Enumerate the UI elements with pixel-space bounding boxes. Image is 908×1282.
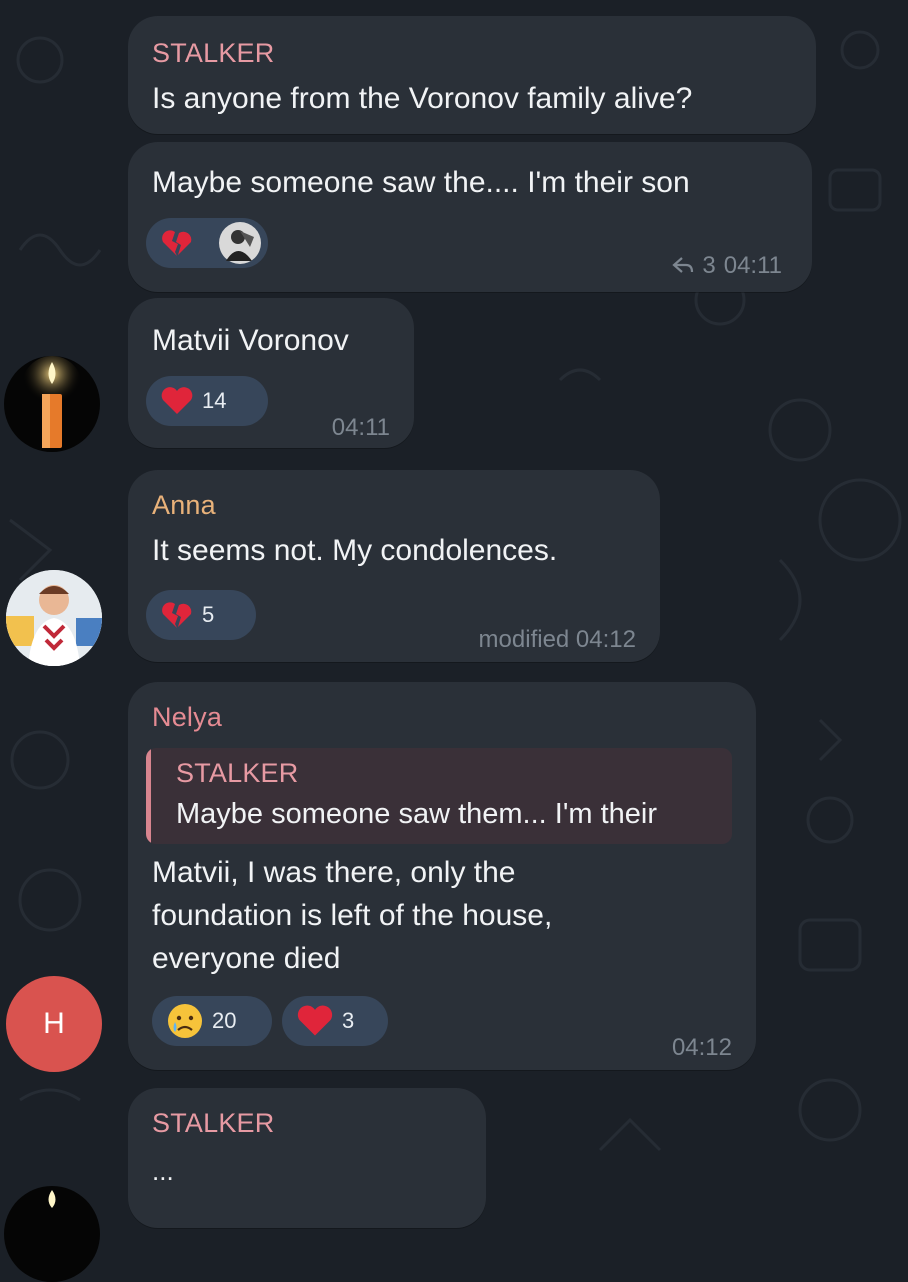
sender-name[interactable]: Nelya: [152, 702, 222, 733]
message-bubble-4[interactable]: Anna It seems not. My condolences. 5 mod…: [128, 470, 660, 662]
message-bubble-3[interactable]: Matvii Voronov 14 04:11: [128, 298, 414, 448]
person-photo-icon: [6, 570, 102, 666]
broken-heart-icon: [162, 602, 192, 628]
message-text: It seems not. My condolences.: [152, 534, 558, 567]
reply-quote[interactable]: STALKER Maybe someone saw them... I'm th…: [146, 748, 732, 844]
reaction-count: 14: [202, 388, 227, 413]
candle-icon: [48, 1190, 56, 1208]
reaction-broken-heart[interactable]: [146, 218, 268, 268]
user-avatar-icon: [219, 222, 261, 264]
share-arrow-icon: [672, 257, 694, 273]
avatar-letter: H: [43, 1007, 65, 1040]
message-time: 04:11: [331, 414, 390, 441]
avatar-anna[interactable]: [6, 570, 102, 666]
crying-face-icon: [168, 1004, 202, 1038]
message-text-line-3: everyone died: [152, 942, 341, 975]
broken-heart-icon: [162, 230, 192, 256]
avatar-candle[interactable]: [4, 356, 100, 452]
forward-count: 3: [702, 252, 716, 279]
red-heart-icon: [161, 387, 193, 414]
avatar-h[interactable]: H: [6, 976, 102, 1072]
reaction-heart[interactable]: 3: [282, 996, 388, 1046]
message-bubble-6[interactable]: STALKER ...: [128, 1088, 486, 1228]
message-text-line-2: foundation is left of the house,: [152, 899, 553, 932]
candle-icon: [22, 356, 82, 448]
message-bubble-2[interactable]: Maybe someone saw the.... I'm their son …: [128, 142, 812, 292]
reaction-heart[interactable]: 14: [146, 376, 268, 426]
message-text: Matvii Voronov: [152, 324, 349, 357]
reaction-crying[interactable]: 20: [152, 996, 272, 1046]
reaction-count: 5: [202, 602, 215, 627]
reaction-count: 20: [212, 1008, 237, 1033]
message-time: modified 04:12: [478, 626, 636, 653]
sender-name[interactable]: STALKER: [152, 38, 274, 69]
message-text: Is anyone from the Voronov family alive?: [152, 82, 693, 115]
reaction-broken-heart[interactable]: 5: [146, 590, 256, 640]
message-text: ...: [152, 1156, 174, 1186]
forward-indicator: 3 04:11: [672, 252, 782, 280]
quote-text: Maybe someone saw them... I'm their: [176, 798, 658, 830]
quote-sender: STALKER: [176, 758, 299, 788]
sender-name[interactable]: STALKER: [152, 1108, 274, 1139]
message-time: 04:11: [723, 252, 782, 279]
sender-name[interactable]: Anna: [152, 490, 216, 521]
red-heart-icon: [297, 1005, 333, 1036]
message-text: Maybe someone saw the.... I'm their son: [152, 166, 690, 199]
message-text-line-1: Matvii, I was there, only the: [152, 856, 516, 889]
message-bubble-5[interactable]: Nelya STALKER Maybe someone saw them... …: [128, 682, 756, 1070]
message-time: 04:12: [671, 1034, 732, 1061]
reaction-count: 3: [342, 1008, 355, 1033]
message-bubble-1[interactable]: STALKER Is anyone from the Voronov famil…: [128, 16, 816, 134]
quote-bar: [146, 748, 151, 844]
avatar-candle-partial[interactable]: [4, 1186, 100, 1282]
